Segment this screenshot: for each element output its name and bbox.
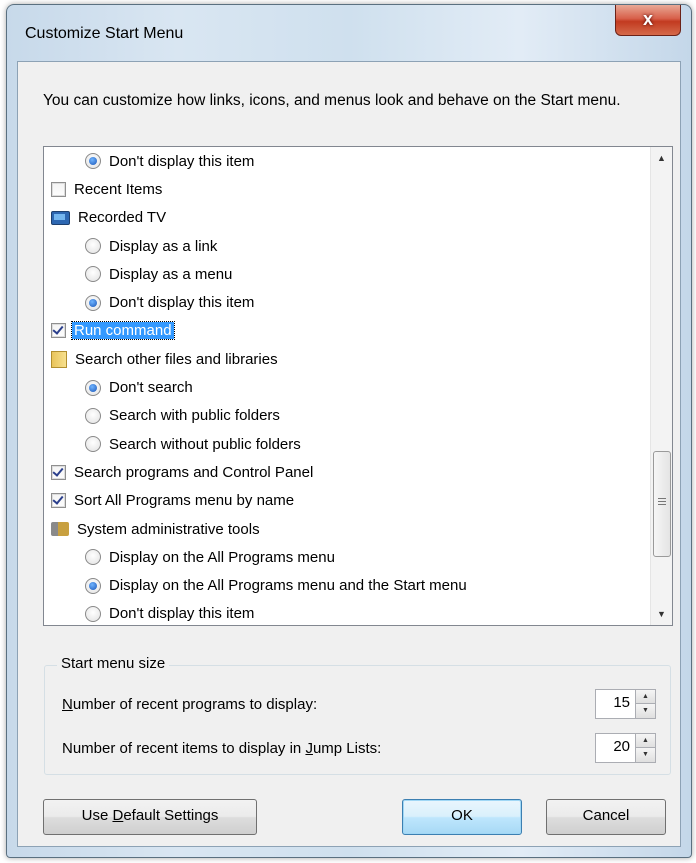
spin-down-icon[interactable]: ▼ — [636, 704, 655, 718]
option-row[interactable]: System administrative tools — [44, 515, 650, 543]
option-row[interactable]: Display as a menu — [44, 260, 650, 288]
spin-up-icon[interactable]: ▲ — [636, 734, 655, 748]
recent-items-spinner[interactable]: 20 ▲ ▼ — [595, 733, 656, 763]
recent-programs-spin-buttons: ▲ ▼ — [635, 690, 655, 718]
option-radio[interactable] — [85, 605, 101, 622]
options-list-items: Don't display this item Recent Items Recor… — [44, 147, 650, 625]
scrollbar-thumb[interactable] — [653, 451, 671, 557]
option-checkbox[interactable] — [51, 323, 66, 339]
option-row[interactable]: Search without public folders — [44, 430, 650, 458]
spin-up-icon[interactable]: ▲ — [636, 690, 655, 704]
option-radio[interactable] — [85, 153, 101, 170]
window-title: Customize Start Menu — [25, 25, 184, 42]
option-label: Don't display this item — [109, 294, 255, 312]
option-radio[interactable] — [85, 436, 101, 453]
option-label: Display as a menu — [109, 265, 233, 283]
recent-programs-value[interactable]: 15 — [600, 694, 630, 711]
option-label: Run command — [71, 321, 175, 341]
option-label: Search programs and Control Panel — [74, 463, 314, 481]
option-label: Don't display this item — [109, 605, 255, 623]
scroll-down-arrow-icon[interactable]: ▼ — [651, 603, 672, 625]
recent-programs-spinner[interactable]: 15 ▲ ▼ — [595, 689, 656, 719]
option-row[interactable]: Search other files and libraries — [44, 345, 650, 373]
option-label: Search other files and libraries — [75, 350, 278, 368]
option-row[interactable]: Don't display this item — [44, 288, 650, 316]
option-row[interactable]: Sort All Programs menu by name — [44, 487, 650, 515]
customize-start-menu-dialog: Customize Start Menu x You can customize… — [6, 4, 692, 858]
option-label: Recent Items — [74, 180, 163, 198]
recent-programs-label: Number of recent programs to display: — [62, 696, 318, 713]
start-menu-options-list[interactable]: Don't display this item Recent Items Recor… — [43, 146, 673, 626]
option-label: Search with public folders — [109, 407, 280, 425]
description-text: You can customize how links, icons, and … — [43, 92, 621, 109]
scrollbar-grip-icon — [658, 498, 666, 507]
option-radio[interactable] — [85, 407, 101, 424]
title-bar[interactable]: Customize Start Menu x — [7, 5, 691, 61]
option-label: Sort All Programs menu by name — [74, 492, 295, 510]
recorded-tv-icon — [51, 211, 70, 226]
option-label: Display on the All Programs menu and the… — [109, 577, 467, 595]
folder-icon — [51, 350, 67, 368]
option-checkbox[interactable] — [51, 181, 66, 197]
group-legend: Start menu size — [57, 655, 170, 672]
vertical-scrollbar[interactable]: ▲ ▼ — [650, 147, 672, 625]
option-row[interactable]: Don't display this item — [44, 147, 650, 175]
option-row[interactable]: Recent Items — [44, 175, 650, 203]
recent-items-value[interactable]: 20 — [600, 738, 630, 755]
scroll-up-arrow-icon[interactable]: ▲ — [651, 147, 672, 169]
option-row[interactable]: Search programs and Control Panel — [44, 458, 650, 486]
option-label: Don't display this item — [109, 152, 255, 170]
option-row[interactable]: Display on the All Programs menu and the… — [44, 571, 650, 599]
option-label: Search without public folders — [109, 435, 301, 453]
option-radio[interactable] — [85, 379, 101, 396]
recent-items-label: Number of recent items to display in Jum… — [62, 740, 382, 757]
option-label: Display on the All Programs menu — [109, 548, 335, 566]
option-radio[interactable] — [85, 577, 101, 594]
admin-tools-icon — [51, 522, 69, 536]
option-label: System administrative tools — [77, 520, 260, 538]
use-default-settings-button[interactable]: Use Default Settings — [43, 799, 257, 835]
option-radio[interactable] — [85, 238, 101, 255]
option-checkbox[interactable] — [51, 493, 66, 509]
cancel-button[interactable]: Cancel — [546, 799, 666, 835]
close-button[interactable]: x — [615, 5, 681, 36]
option-label: Display as a link — [109, 237, 218, 255]
ok-button[interactable]: OK — [402, 799, 522, 835]
option-label: Recorded TV — [78, 209, 167, 227]
option-row[interactable]: Display on the All Programs menu — [44, 543, 650, 571]
close-icon: x — [642, 9, 653, 29]
spin-down-icon[interactable]: ▼ — [636, 748, 655, 762]
option-radio[interactable] — [85, 266, 101, 283]
recent-items-spin-buttons: ▲ ▼ — [635, 734, 655, 762]
option-radio[interactable] — [85, 294, 101, 311]
option-row[interactable]: Recorded TV — [44, 204, 650, 232]
option-row[interactable]: Run command — [44, 317, 650, 345]
start-menu-size-group: Start menu size Number of recent program… — [44, 655, 671, 775]
option-row[interactable]: Search with public folders — [44, 402, 650, 430]
option-row[interactable]: Display as a link — [44, 232, 650, 260]
option-label: Don't search — [109, 379, 193, 397]
option-radio[interactable] — [85, 549, 101, 566]
dialog-body: You can customize how links, icons, and … — [17, 61, 681, 847]
option-checkbox[interactable] — [51, 464, 66, 480]
option-row[interactable]: Don't display this item — [44, 600, 650, 625]
option-row[interactable]: Don't search — [44, 373, 650, 401]
